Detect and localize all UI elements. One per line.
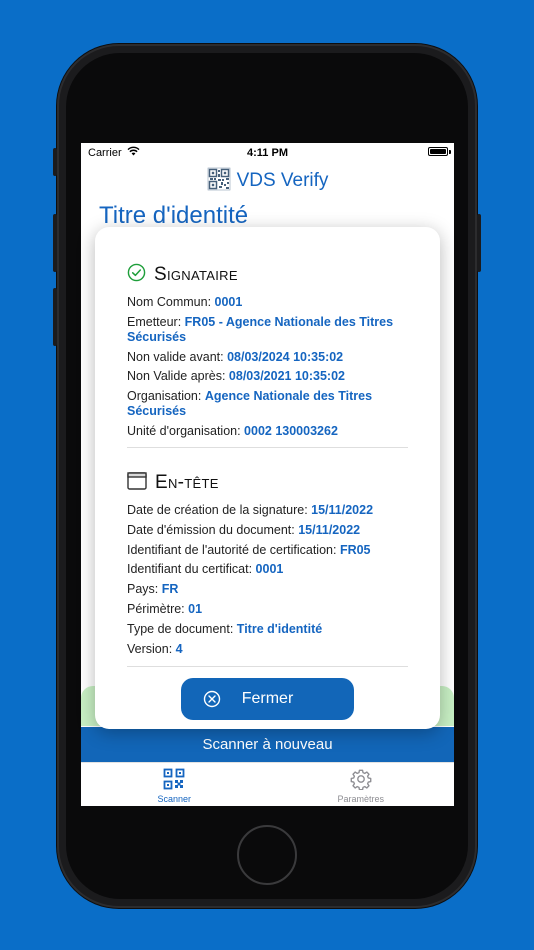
detail-label: Identifiant de l'autorité de certificati… [127,542,340,557]
window-icon [127,471,147,495]
detail-row: Unité d'organisation: 0002 130003262 [127,424,408,439]
home-button [237,825,297,885]
detail-value: 0001 [214,295,243,309]
detail-value: FR [161,582,179,597]
tab-bar: Scanner Paramètres [81,762,454,806]
detail-row: Non valide avant: 08/03/2024 10:35:02 [127,350,408,365]
volume-down-button [53,288,57,346]
volume-up-button [53,214,57,272]
battery-icon [428,147,448,156]
detail-label: Pays: [127,582,162,597]
battery-tip [449,150,451,154]
close-button-label: Fermer [241,690,294,707]
mute-switch [53,148,57,176]
signataire-title: Signataire [154,264,238,285]
detail-value: 0002 130003262 [244,423,338,438]
detail-value: 15/11/2022 [298,522,361,537]
signataire-section: Signataire Nom Commun: 0001 Emetteur: FR0… [127,262,408,444]
detail-label: Non Valide après: [127,369,229,384]
status-time: 4:11 PM [247,147,288,159]
detail-value: 0001 [255,562,284,577]
detail-row: Emetteur: FR05 - Agence Nationale des Ti… [127,315,408,345]
detail-label: Non valide avant: [127,349,228,364]
section-divider [127,666,408,667]
detail-value: 08/03/2021 10:35:02 [228,369,345,384]
detail-value: 01 [188,601,203,616]
detail-value: 08/03/2024 10:35:02 [227,349,344,364]
detail-row: Identifiant du certificat: 0001 [127,562,408,577]
detail-label: Date de création de la signature: [127,503,312,517]
signataire-rows: Nom Commun: 0001 Emetteur: FR05 - Agence … [127,295,408,439]
detail-label: Unité d'organisation: [127,423,245,438]
detail-label: Organisation: [127,389,205,404]
detail-label: Emetteur: [127,314,185,329]
power-button [477,214,481,272]
detail-row: Version: 4 [127,642,408,657]
detail-value: 15/11/2022 [311,503,374,517]
detail-row: Pays: FR [127,582,408,597]
close-button[interactable]: Fermer [181,678,354,720]
section-divider [127,447,408,448]
detail-label: Périmètre: [127,601,189,616]
detail-row: Identifiant de l'autorité de certificati… [127,543,408,558]
tab-scanner-label: Scanner [157,794,192,804]
detail-label: Type de document: [127,621,237,636]
detail-value: 4 [175,641,183,656]
detail-value: Titre d'identité [236,621,323,636]
status-bar: Carrier 4:11 PM [81,143,454,163]
entete-section: En-tête Date de création de la signature… [127,470,408,661]
detail-value: FR05 [339,542,371,557]
nav-bar: VDS Verify [81,167,454,195]
app-logo-icon [207,167,231,196]
tab-settings[interactable]: Paramètres [268,763,455,806]
scan-again-button[interactable]: Scanner à nouveau [81,727,454,762]
qr-code-icon [163,768,185,792]
check-circle-icon [127,263,146,287]
tab-settings-label: Paramètres [337,794,385,804]
detail-row: Périmètre: 01 [127,602,408,617]
detail-label: Version: [127,641,176,656]
close-circle-icon [203,690,221,713]
detail-label: Identifiant du certificat: [127,562,256,577]
detail-row: Organisation: Agence Nationale des Titre… [127,389,408,419]
nav-title: VDS Verify [236,170,329,191]
entete-rows: Date de création de la signature: 15/11/… [127,503,408,657]
detail-row: Non Valide après: 08/03/2021 10:35:02 [127,369,408,384]
detail-row: Date de création de la signature: 15/11/… [127,503,408,518]
detail-row: Type de document: Titre d'identité [127,622,408,637]
gear-icon [350,768,372,792]
detail-row: Date d'émission du document: 15/11/2022 [127,523,408,538]
detail-label: Date d'émission du document: [127,522,299,537]
page-title: Titre d'identité [99,202,249,229]
detail-row: Nom Commun: 0001 [127,295,408,310]
entete-title: En-tête [155,472,219,493]
certificate-details-modal: Signataire Nom Commun: 0001 Emetteur: FR0… [95,227,440,729]
tab-scanner[interactable]: Scanner [81,763,268,806]
detail-label: Nom Commun: [127,295,215,309]
